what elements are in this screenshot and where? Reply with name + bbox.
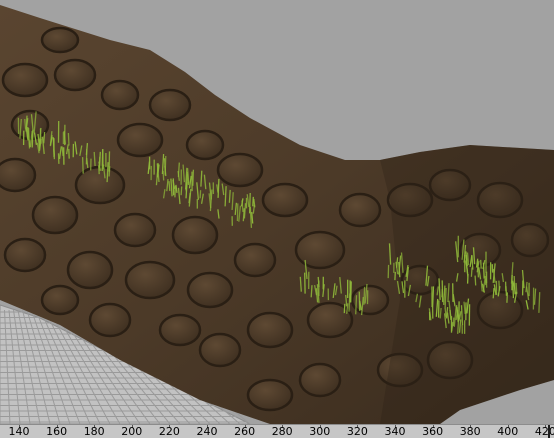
time-tick-label: 200	[121, 425, 143, 438]
time-tick-label: 340	[384, 425, 406, 438]
time-tick-label: 180	[83, 425, 105, 438]
time-tick-label: 260	[234, 425, 256, 438]
time-tick-label: 240	[196, 425, 218, 438]
time-tick-label: 400	[497, 425, 519, 438]
time-tick-label: 380	[459, 425, 481, 438]
current-frame-marker[interactable]	[548, 425, 550, 438]
3d-viewport[interactable]	[0, 0, 554, 424]
scene-canvas[interactable]	[0, 0, 554, 424]
time-tick-label: 160	[46, 425, 68, 438]
time-tick-label: 320	[346, 425, 368, 438]
time-slider[interactable]: 140 160 180 200 220 240 260 280 300 320 340 360 380 4…	[0, 424, 554, 438]
time-tick-label: 280	[271, 425, 293, 438]
time-tick-label: 140	[8, 425, 30, 438]
time-tick-label: 420	[534, 425, 554, 438]
time-tick-label: 220	[158, 425, 180, 438]
time-tick-label: 360	[422, 425, 444, 438]
time-tick-label: 300	[309, 425, 331, 438]
